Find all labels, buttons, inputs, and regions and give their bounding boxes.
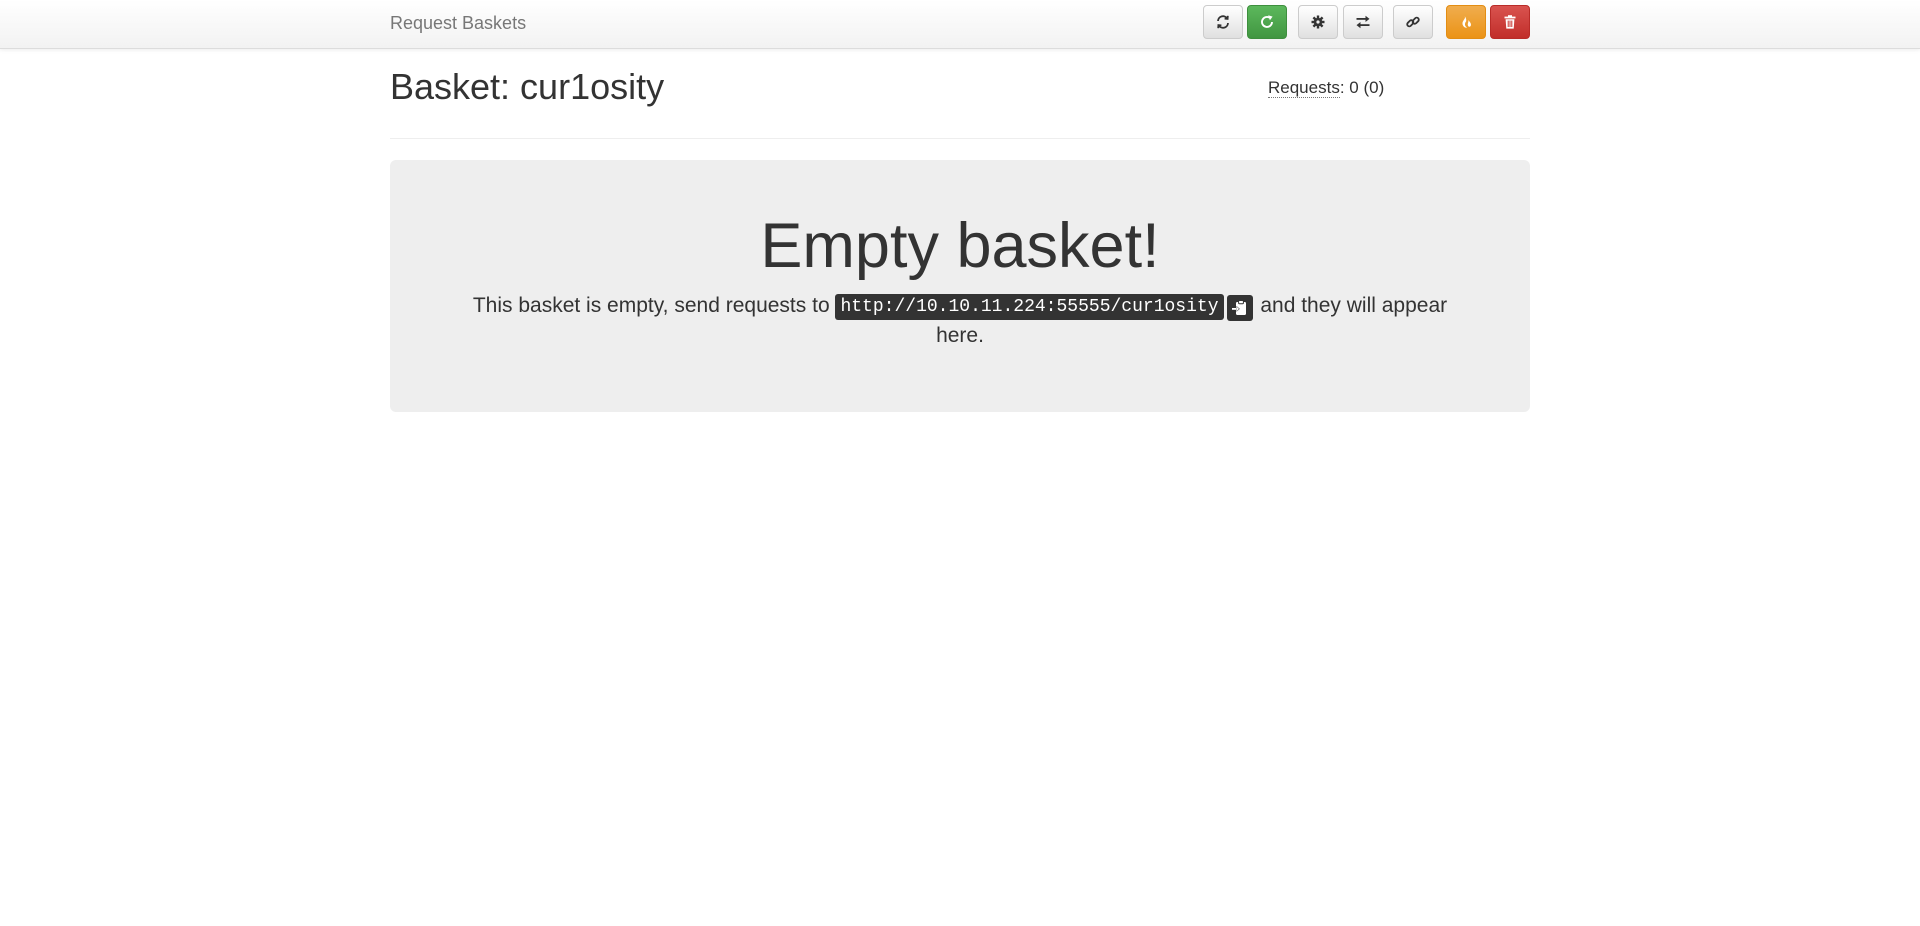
page-title: Basket: cur1osity: [390, 66, 665, 107]
link-icon: [1405, 14, 1421, 30]
auto-refresh-button[interactable]: [1247, 5, 1287, 39]
basket-url[interactable]: http://10.10.11.224:55555/cur1osity: [835, 294, 1224, 320]
requests-value: : 0 (0): [1339, 78, 1385, 97]
delete-basket-button[interactable]: [1490, 5, 1530, 39]
refresh-icon: [1215, 14, 1231, 30]
copy-url-button[interactable]: [1226, 295, 1253, 321]
empty-heading: Empty basket!: [760, 211, 1160, 281]
destroy-requests-button[interactable]: [1446, 5, 1486, 39]
trash-icon: [1502, 14, 1518, 30]
settings-button[interactable]: [1298, 5, 1338, 39]
fire-icon: [1458, 14, 1474, 30]
share-link-button[interactable]: [1393, 5, 1433, 39]
responses-button[interactable]: [1343, 5, 1383, 39]
empty-text-before: This basket is empty, send requests to: [472, 294, 836, 317]
clipboard-icon: [1231, 299, 1249, 317]
requests-count: Requests: 0 (0): [1268, 78, 1384, 98]
empty-message: This basket is empty, send requests to h…: [450, 291, 1470, 351]
refresh-button[interactable]: [1203, 5, 1243, 39]
brand-link[interactable]: Request Baskets: [390, 13, 526, 34]
navbar: Request Baskets: [0, 0, 1920, 49]
transfer-icon: [1355, 14, 1371, 30]
auto-refresh-icon: [1259, 14, 1275, 30]
requests-label: Requests: [1268, 78, 1340, 98]
gear-icon: [1310, 14, 1326, 30]
empty-basket-panel: Empty basket! This basket is empty, send…: [390, 160, 1530, 412]
divider: [390, 138, 1530, 139]
